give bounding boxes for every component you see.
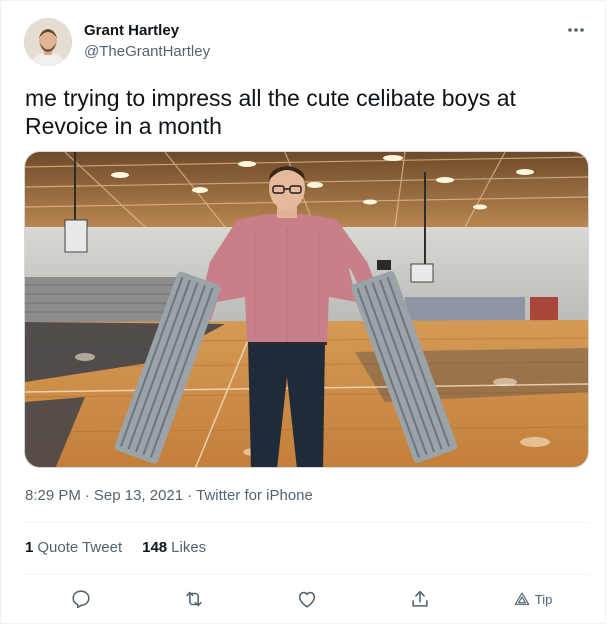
tweet-media[interactable] [24,151,589,468]
divider [24,574,589,575]
heart-icon [299,591,316,608]
tweet-date[interactable]: Sep 13, 2021 [94,487,183,504]
author-handle[interactable]: @TheGrantHartley [84,43,210,60]
tweet-photo [25,152,588,467]
like-label: Likes [171,539,207,556]
more-icon [568,28,584,32]
tweet-text: me trying to impress all the cute celiba… [25,85,516,139]
tip-button[interactable]: Tip [514,591,553,607]
quote-tweets-stat[interactable]: 1 Quote Tweet [25,539,122,556]
retweet-icon [186,591,202,607]
avatar-image [24,18,72,66]
retweet-button[interactable] [174,579,214,619]
more-options-button[interactable] [565,19,587,41]
tweet-source[interactable]: Twitter for iPhone [196,487,313,504]
share-icon [412,590,429,607]
tweet-time[interactable]: 8:29 PM [25,487,81,504]
share-button[interactable] [400,579,440,619]
action-bar: Tip [24,577,589,621]
tweet-meta: 8:29 PM · Sep 13, 2021 · Twitter for iPhone [25,487,313,504]
likes-stat[interactable]: 148 Likes [142,539,206,556]
author-name[interactable]: Grant Hartley [84,22,179,39]
tip-label: Tip [534,591,553,607]
like-count: 148 [142,539,168,556]
reply-button[interactable] [61,579,101,619]
quote-label: Quote Tweet [37,539,123,556]
tweet-card: Grant Hartley @TheGrantHartley me trying… [0,0,606,624]
divider [24,522,589,523]
reply-icon [72,590,90,609]
meta-separator: · [84,487,90,504]
tip-icon [514,592,530,605]
avatar[interactable] [24,18,72,66]
tweet-stats: 1 Quote Tweet 148 Likes [25,539,206,556]
like-button[interactable] [287,579,327,619]
quote-count: 1 [25,539,34,556]
meta-separator: · [187,487,193,504]
